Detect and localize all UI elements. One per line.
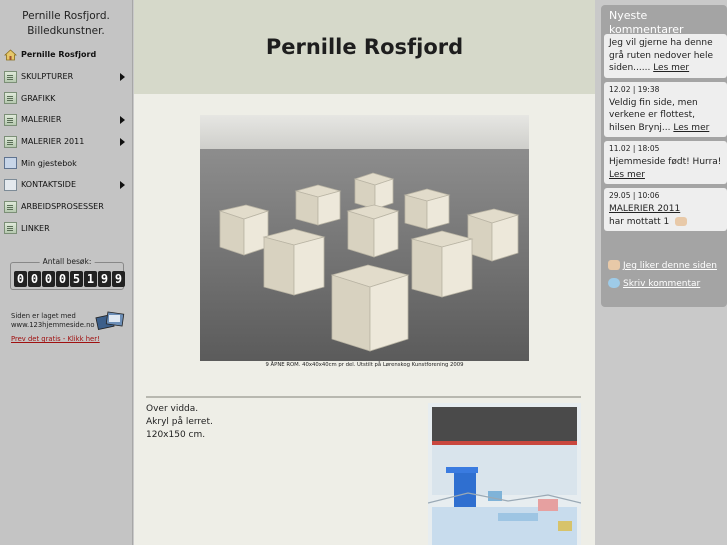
page-icon — [4, 70, 17, 83]
site-title: Pernille Rosfjord. Billedkunstner. — [0, 0, 132, 44]
page-title: Pernille Rosfjord — [265, 35, 464, 59]
nav-label: ARBEIDSPROSESSER — [21, 202, 104, 212]
nav-item-skulpturer[interactable]: SKULPTURER — [0, 66, 132, 88]
photo-caption: 9 ÅPNE ROM. 40x40x40cm pr del. Utstilt p… — [265, 362, 464, 368]
nav-label: LINKER — [21, 223, 50, 233]
main-content: Pernille Rosfjord 9 ÅPNE ROM. 40x40x40cm… — [134, 0, 595, 545]
submenu-arrow-icon — [120, 116, 125, 125]
guestbook-icon — [4, 157, 17, 170]
page-icon — [4, 135, 17, 148]
contact-icon — [4, 178, 17, 191]
comment-page-link[interactable]: MALERIER 2011 — [609, 203, 722, 216]
visitor-counter: Antall besøk: 0 0 0 0 5 1 9 9 — [10, 257, 125, 290]
comment-item: Jeg vil gjerne ha denne grå ruten nedove… — [604, 34, 727, 78]
desc-line: Over vidda. — [146, 404, 199, 414]
counter-label: Antall besøk: — [39, 257, 95, 266]
nav-label: KONTAKTSIDE — [21, 180, 76, 190]
speech-bubble-icon — [608, 278, 620, 288]
made-with-text[interactable]: Siden er laget med www.123hjemmeside.no — [11, 312, 101, 330]
comments-title: Nyeste kommentarer — [609, 9, 684, 37]
comment-date: 12.02 | 19:38 — [609, 84, 660, 94]
counter-digit: 5 — [70, 271, 83, 287]
comment-item: 29.05 | 10:06 MALERIER 2011 har mottatt … — [604, 188, 727, 231]
counter-digit: 1 — [84, 271, 97, 287]
nav-item-kontaktside[interactable]: KONTAKTSIDE — [0, 174, 132, 196]
comment-text: har mottatt 1 — [609, 216, 670, 227]
artwork-description: Over vidda. Akryl på lerret. 120x150 cm. — [146, 403, 213, 442]
nav-item-malerier-2011[interactable]: MALERIER 2011 — [0, 131, 132, 153]
counter-digit: 9 — [112, 271, 125, 287]
thumbs-up-icon — [608, 260, 620, 270]
nav-label: SKULPTURER — [21, 72, 74, 82]
try-free-link[interactable]: Prev det gratis - Klikk her! — [11, 335, 100, 343]
counter-digit: 0 — [28, 271, 41, 287]
page-icon — [4, 92, 17, 105]
comment-list: Jeg vil gjerne ha denne grå ruten nedove… — [604, 34, 727, 235]
nav-menu: Pernille Rosfjord SKULPTURER GRAFIKK MAL… — [0, 44, 132, 239]
page: Pernille Rosfjord. Billedkunstner. Perni… — [0, 0, 727, 545]
nav-label: Min gjestebok — [21, 158, 77, 168]
page-icon — [4, 222, 17, 235]
read-more-link[interactable]: Les mer — [609, 170, 645, 180]
made-with-line2: www.123hjemmeside.no — [11, 321, 95, 329]
counter-digit: 0 — [14, 271, 27, 287]
submenu-arrow-icon — [120, 137, 125, 146]
comments-title-line1: Nyeste — [609, 9, 648, 22]
site-title-line1: Pernille Rosfjord. — [22, 10, 110, 22]
counter-digit: 0 — [56, 271, 69, 287]
nav-item-linker[interactable]: LINKER — [0, 218, 132, 240]
read-more-link[interactable]: Les mer — [653, 63, 689, 73]
made-with-line1: Siden er laget med — [11, 312, 76, 320]
home-icon — [3, 49, 18, 61]
submenu-arrow-icon — [120, 72, 125, 81]
desc-line: 120x150 cm. — [146, 430, 206, 440]
page-header: Pernille Rosfjord — [134, 0, 595, 94]
right-sidebar: Nyeste kommentarer Jeg vil gjerne ha den… — [601, 0, 727, 545]
nav-item-arbeidsprosesser[interactable]: ARBEIDSPROSESSER — [0, 196, 132, 218]
thumbs-up-icon — [675, 216, 688, 226]
nav-label: Pernille Rosfjord — [21, 50, 97, 60]
nav-item-grafikk[interactable]: GRAFIKK — [0, 87, 132, 109]
builder-logo-icon[interactable] — [95, 310, 125, 332]
painting-image[interactable] — [428, 403, 581, 545]
like-label: Jeg liker denne siden — [623, 261, 717, 271]
like-page-button[interactable]: Jeg liker denne siden — [604, 257, 727, 275]
comment-item: 12.02 | 19:38 Veldig fin side, men verke… — [604, 81, 727, 137]
comment-date: 29.05 | 10:06 — [609, 191, 660, 200]
nav-label: MALERIER 2011 — [21, 137, 85, 147]
nav-item-home[interactable]: Pernille Rosfjord — [0, 44, 132, 66]
site-title-line2: Billedkunstner. — [27, 25, 105, 37]
nav-label: MALERIER — [21, 115, 62, 125]
comment-actions: Jeg liker denne siden Skriv kommentar — [604, 257, 727, 293]
counter-digits: 0 0 0 0 5 1 9 9 — [14, 271, 125, 287]
comment-text: Hjemmeside født! Hurra! — [609, 157, 722, 167]
nav-label: GRAFIKK — [21, 93, 56, 103]
page-icon — [4, 200, 17, 213]
read-more-link[interactable]: Les mer — [673, 123, 709, 133]
nav-item-gjestebok[interactable]: Min gjestebok — [0, 152, 132, 174]
divider — [146, 396, 581, 398]
nav-item-malerier[interactable]: MALERIER — [0, 109, 132, 131]
comment-item: 11.02 | 18:05 Hjemmeside født! Hurra! Le… — [604, 141, 727, 184]
write-comment-button[interactable]: Skriv kommentar — [604, 275, 727, 293]
desc-line: Akryl på lerret. — [146, 417, 213, 427]
sculpture-photo[interactable] — [200, 115, 529, 361]
write-comment-label: Skriv kommentar — [623, 279, 701, 289]
counter-digit: 9 — [98, 271, 111, 287]
latest-comments-panel: Nyeste kommentarer Jeg vil gjerne ha den… — [601, 5, 727, 307]
counter-digit: 0 — [42, 271, 55, 287]
submenu-arrow-icon — [120, 181, 125, 190]
comment-date: 11.02 | 18:05 — [609, 144, 660, 153]
left-sidebar: Pernille Rosfjord. Billedkunstner. Perni… — [0, 0, 133, 545]
page-icon — [4, 113, 17, 126]
